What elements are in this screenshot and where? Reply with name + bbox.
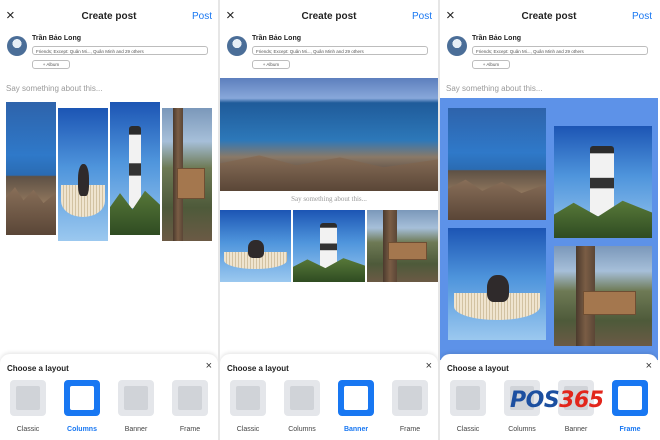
close-icon[interactable]: × (426, 360, 432, 372)
layout-option-banner[interactable] (118, 380, 154, 416)
audience-selector[interactable]: Friends; Except: Quân Mi..., Quân Minh a… (32, 46, 208, 55)
layout-label-frame: Frame (399, 426, 421, 433)
photo-lighthouse[interactable] (110, 102, 160, 235)
layout-option-frame[interactable] (172, 380, 208, 416)
layout-option-classic[interactable] (230, 380, 266, 416)
photo-lighthouse[interactable] (293, 210, 365, 282)
columns-layout-icon (70, 386, 94, 410)
layout-option-banner[interactable] (338, 380, 374, 416)
classic-layout-icon (456, 386, 480, 410)
layout-sheet-title: Choose a layout (447, 364, 509, 373)
watermark-number: 365 (559, 388, 604, 413)
layout-label-banner: Banner (343, 426, 369, 433)
classic-layout-icon (236, 386, 260, 410)
post-panel-columns: × Create post Post Trần Bảo Long Friends… (0, 0, 218, 440)
layout-sheet-title: Choose a layout (7, 364, 69, 373)
post-button[interactable]: Post (192, 11, 212, 22)
photo-banner-seascape[interactable] (220, 78, 438, 191)
photo-tree-sign[interactable] (554, 246, 652, 346)
photo-hammock[interactable] (448, 228, 546, 340)
close-icon[interactable]: × (206, 360, 212, 372)
post-header: × Create post Post (440, 0, 658, 34)
frame-layout-icon (178, 386, 202, 410)
classic-layout-icon (16, 386, 40, 410)
frame-layout-icon (618, 386, 642, 410)
layout-option-classic[interactable] (450, 380, 486, 416)
caption-input[interactable]: Say something about this... (220, 191, 438, 207)
user-name: Trần Bảo Long (32, 35, 81, 42)
photo-lighthouse[interactable] (554, 126, 652, 238)
layout-label-classic: Classic (236, 426, 260, 433)
close-icon[interactable]: × (646, 360, 652, 372)
pos365-watermark: POS365 (510, 388, 604, 413)
post-header: × Create post Post (220, 0, 438, 34)
post-panel-banner: × Create post Post Trần Bảo Long Friends… (220, 0, 438, 440)
post-button[interactable]: Post (632, 11, 652, 22)
avatar (447, 36, 467, 56)
avatar (7, 36, 27, 56)
post-panel-frame: × Create post Post Trần Bảo Long Friends… (440, 0, 658, 440)
photo-hammock[interactable] (58, 108, 108, 241)
layout-label-columns: Columns (508, 426, 536, 433)
layout-label-columns: Columns (67, 426, 97, 433)
user-name: Trần Bảo Long (472, 35, 521, 42)
album-button[interactable]: + Album (32, 60, 70, 69)
layout-label-columns: Columns (288, 426, 316, 433)
layout-option-frame[interactable] (392, 380, 428, 416)
layout-option-columns[interactable] (64, 380, 100, 416)
layout-sheet: Choose a layout × Classic Columns Banner… (220, 354, 438, 440)
post-header: × Create post Post (0, 0, 218, 34)
page-title: Create post (81, 11, 137, 22)
audience-selector[interactable]: Friends; Except: Quân Mi..., Quân Minh a… (252, 46, 428, 55)
layout-label-frame: Frame (179, 426, 201, 433)
banner-layout-icon (344, 386, 368, 410)
caption-input[interactable]: Say something about this... (6, 84, 103, 93)
layout-label-frame: Frame (619, 426, 641, 433)
photo-seascape[interactable] (6, 102, 56, 235)
layout-label-classic: Classic (16, 426, 40, 433)
photo-seascape[interactable] (448, 108, 546, 220)
layout-label-banner: Banner (124, 426, 148, 433)
layout-sheet-title: Choose a layout (227, 364, 289, 373)
banner-layout-icon (124, 386, 148, 410)
layout-label-classic: Classic (456, 426, 480, 433)
photo-hammock[interactable] (220, 210, 291, 282)
photo-tree-sign[interactable] (162, 108, 212, 241)
watermark-prefix: POS (510, 388, 560, 413)
user-name: Trần Bảo Long (252, 35, 301, 42)
photo-tree-sign[interactable] (367, 210, 438, 282)
avatar (227, 36, 247, 56)
album-button[interactable]: + Album (252, 60, 290, 69)
layout-sheet: Choose a layout × Classic Columns Banner… (0, 354, 218, 440)
layout-option-columns[interactable] (284, 380, 320, 416)
page-title: Create post (301, 11, 357, 22)
columns-layout-icon (290, 386, 314, 410)
album-button[interactable]: + Album (472, 60, 510, 69)
post-button[interactable]: Post (412, 11, 432, 22)
layout-label-banner: Banner (564, 426, 588, 433)
layout-option-classic[interactable] (10, 380, 46, 416)
frame-layout-icon (398, 386, 422, 410)
audience-selector[interactable]: Friends; Except: Quân Mi..., Quân Minh a… (472, 46, 648, 55)
page-title: Create post (521, 11, 577, 22)
layout-option-frame[interactable] (612, 380, 648, 416)
caption-input[interactable]: Say something about this... (446, 84, 543, 93)
